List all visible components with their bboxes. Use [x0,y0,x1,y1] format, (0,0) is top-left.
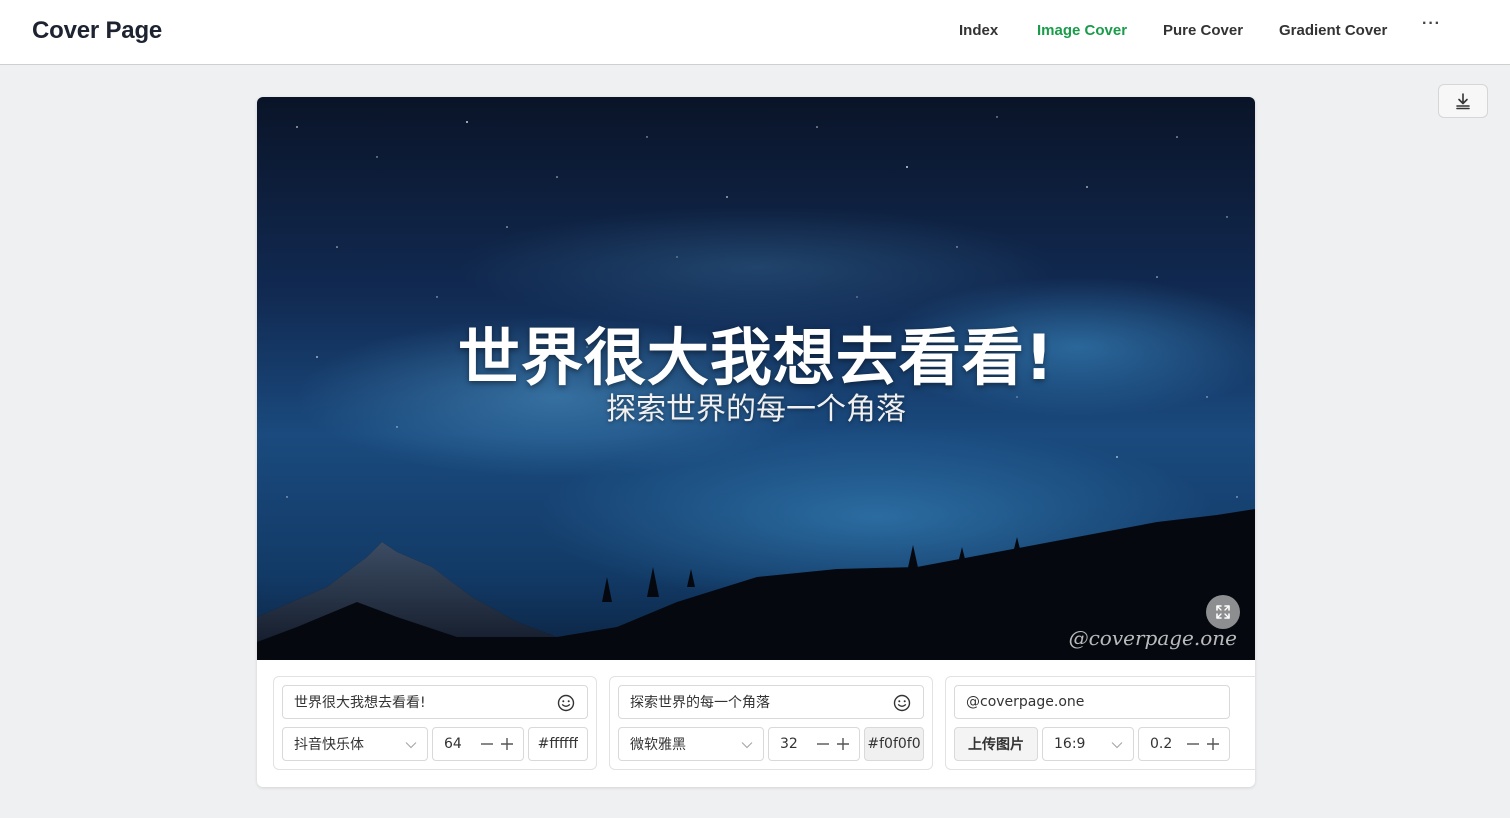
aspect-ratio-value: 16:9 [1054,736,1086,752]
cover-watermark-text: @coverpage.one [1068,626,1237,650]
chevron-down-icon [741,742,753,749]
minus-icon[interactable] [1186,737,1200,751]
cover-editor-card: 世界很大我想去看看! 探索世界的每一个角落 @coverpage.one 世界很… [257,97,1255,787]
download-icon [1456,93,1470,110]
title-text-value: 世界很大我想去看看! [294,695,426,711]
title-color-input[interactable]: #ffffff [528,727,588,761]
title-text-input[interactable]: 世界很大我想去看看! [282,685,588,719]
title-font-select[interactable]: 抖音快乐体 [282,727,428,761]
plus-icon[interactable] [500,737,514,751]
nav-more-button[interactable]: ··· [1422,15,1441,33]
subtitle-text-value: 探索世界的每一个角落 [630,695,770,711]
overlay-opacity-value: 0.2 [1150,736,1173,752]
plus-icon[interactable] [836,737,850,751]
watermark-text-input[interactable]: @coverpage.one [954,685,1230,719]
minus-icon[interactable] [480,737,494,751]
download-button[interactable] [1438,84,1488,118]
subtitle-text-input[interactable]: 探索世界的每一个角落 [618,685,924,719]
subtitle-size-stepper[interactable]: 32 [768,727,860,761]
app-logo-title[interactable]: Cover Page [32,17,162,45]
upload-image-button[interactable]: 上传图片 [954,727,1038,761]
chevron-down-icon [405,742,417,749]
watermark-settings-panel: @coverpage.one 上传图片 16:9 0.2 [945,676,1255,770]
title-size-stepper[interactable]: 64 [432,727,524,761]
chevron-down-icon [1111,742,1123,749]
nav-index[interactable]: Index [959,22,998,39]
cover-subtitle-text: 探索世界的每一个角落 [606,392,906,427]
emoji-icon[interactable] [557,694,575,712]
minus-icon[interactable] [816,737,830,751]
cover-preview: 世界很大我想去看看! 探索世界的每一个角落 @coverpage.one [257,97,1255,660]
top-navbar: Cover Page Index Image Cover Pure Cover … [0,0,1510,65]
title-font-value: 抖音快乐体 [294,737,364,753]
subtitle-size-value: 32 [780,736,798,752]
subtitle-color-value: #f0f0f0 [867,736,921,752]
watermark-text-value: @coverpage.one [966,694,1085,710]
fullscreen-icon [1216,605,1230,619]
title-color-value: #ffffff [537,736,579,752]
nav-gradient-cover[interactable]: Gradient Cover [1279,22,1387,39]
subtitle-font-select[interactable]: 微软雅黑 [618,727,764,761]
fullscreen-button[interactable] [1206,595,1240,629]
nav-pure-cover[interactable]: Pure Cover [1163,22,1243,39]
subtitle-settings-panel: 探索世界的每一个角落 微软雅黑 32 #f0f0f0 [609,676,933,770]
nav-image-cover[interactable]: Image Cover [1037,22,1127,39]
subtitle-color-input[interactable]: #f0f0f0 [864,727,924,761]
subtitle-font-value: 微软雅黑 [630,737,686,753]
aspect-ratio-select[interactable]: 16:9 [1042,727,1134,761]
upload-image-label: 上传图片 [968,737,1024,753]
title-size-value: 64 [444,736,462,752]
overlay-opacity-stepper[interactable]: 0.2 [1138,727,1230,761]
emoji-icon[interactable] [893,694,911,712]
title-settings-panel: 世界很大我想去看看! 抖音快乐体 64 #ffffff [273,676,597,770]
plus-icon[interactable] [1206,737,1220,751]
